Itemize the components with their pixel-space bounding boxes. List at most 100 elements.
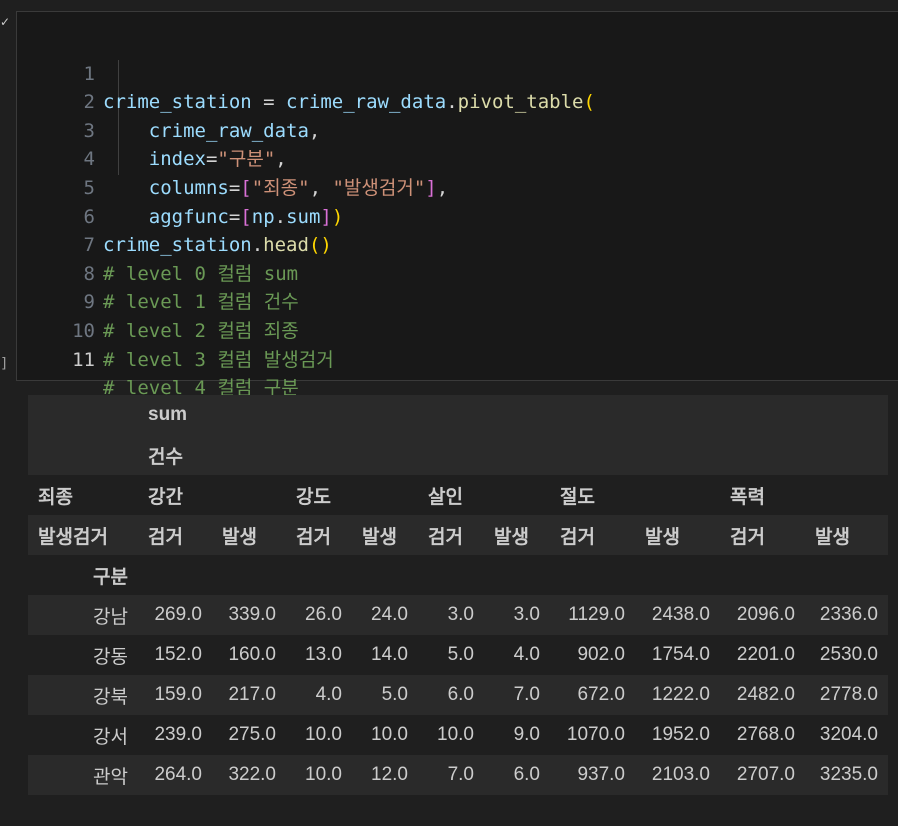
table-cell: 3235.0 <box>819 764 878 785</box>
table-cell: 152.0 <box>154 644 202 665</box>
table-cell: 9.0 <box>513 724 540 745</box>
column-header: 발생 <box>815 526 850 548</box>
column-header: 건수 <box>148 446 183 468</box>
table-cell: 10.0 <box>437 724 474 745</box>
table-cell: 6.0 <box>513 764 540 785</box>
table-cell: 2707.0 <box>736 764 795 785</box>
column-header: sum <box>148 404 188 425</box>
code-line: 7 # level 0 컬럼 sum <box>17 203 898 285</box>
column-header: 발생 <box>645 526 680 548</box>
table-cell: 2530.0 <box>819 644 878 665</box>
table-cell: 10.0 <box>305 724 342 745</box>
table-cell: 2482.0 <box>736 684 795 705</box>
table-cell: 24.0 <box>371 604 408 625</box>
column-header: 발생 <box>222 526 257 548</box>
row-label: 강남 <box>93 606 128 628</box>
header-row-index: 구분 <box>28 555 888 595</box>
column-header: 발생 <box>362 526 397 548</box>
table-cell: 2438.0 <box>651 604 710 625</box>
code-line: 4 columns=["죄종", "발생검거"], <box>17 117 898 199</box>
code-cell-editor[interactable]: 1 crime_station = crime_raw_data.pivot_t… <box>16 11 898 400</box>
table-cell: 5.0 <box>381 684 408 705</box>
header-row-level2: 죄종 강간 강도 살인 절도 폭력 <box>28 475 888 515</box>
code-line: 9 # level 2 컬럼 죄종 <box>17 260 898 342</box>
cell-collapse-icon[interactable]: ✓ <box>0 16 12 28</box>
header-row-level3: 발생검거 검거 발생 검거 발생 검거 발생 검거 발생 검거 발생 <box>28 515 888 555</box>
table-cell: 2768.0 <box>736 724 795 745</box>
table-cell: 2201.0 <box>736 644 795 665</box>
column-header: 검거 <box>148 526 183 548</box>
table-cell: 3204.0 <box>819 724 878 745</box>
column-header: 살인 <box>428 486 463 508</box>
table-cell: 10.0 <box>305 764 342 785</box>
table-cell: 275.0 <box>228 724 276 745</box>
code-line: 3 index="구분", <box>17 88 898 171</box>
cell-output: sum 건수 죄종 강간 강도 살인 절도 폭력 발생검거 검거 발생 검거 발… <box>28 395 888 795</box>
table-cell: 4.0 <box>513 644 540 665</box>
table-cell: 2336.0 <box>819 604 878 625</box>
execution-bracket: ] <box>0 356 9 372</box>
line-number: 11 <box>72 348 95 371</box>
table-cell: 7.0 <box>513 684 540 705</box>
table-cell: 1754.0 <box>651 644 710 665</box>
column-header: 검거 <box>428 526 463 548</box>
table-cell: 5.0 <box>447 644 474 665</box>
table-cell: 239.0 <box>154 724 202 745</box>
table-cell: 2096.0 <box>736 604 795 625</box>
code-line: 5 aggfunc=[np.sum]) <box>17 145 898 228</box>
pivot-table-output: sum 건수 죄종 강간 강도 살인 절도 폭력 발생검거 검거 발생 검거 발… <box>28 395 888 795</box>
table-cell: 672.0 <box>577 684 625 705</box>
row-label: 강북 <box>93 686 128 708</box>
table-cell: 13.0 <box>305 644 342 665</box>
column-header: 폭력 <box>730 486 765 508</box>
table-cell: 322.0 <box>228 764 276 785</box>
header-row-level0: sum <box>28 395 888 435</box>
header-row-level1: 건수 <box>28 435 888 475</box>
table-cell: 2778.0 <box>819 684 878 705</box>
row-label: 관악 <box>93 766 128 788</box>
column-header: 강간 <box>148 486 183 508</box>
column-header: 검거 <box>730 526 765 548</box>
table-cell: 26.0 <box>305 604 342 625</box>
table-cell: 2103.0 <box>651 764 710 785</box>
column-level-name: 죄종 <box>38 486 73 508</box>
table-cell: 1070.0 <box>566 724 625 745</box>
table-row: 강북 159.0 217.0 4.0 5.0 6.0 7.0 672.0 122… <box>28 675 888 715</box>
table-cell: 7.0 <box>447 764 474 785</box>
table-cell: 269.0 <box>154 604 202 625</box>
table-cell: 1129.0 <box>568 604 625 625</box>
table-cell: 12.0 <box>371 764 408 785</box>
table-cell: 4.0 <box>315 684 342 705</box>
code-line: 1 crime_station = crime_raw_data.pivot_t… <box>17 31 898 114</box>
table-cell: 3.0 <box>447 604 474 625</box>
index-name: 구분 <box>93 566 128 588</box>
column-header: 검거 <box>560 526 595 548</box>
table-cell: 937.0 <box>577 764 625 785</box>
column-header: 발생 <box>494 526 529 548</box>
table-cell: 264.0 <box>154 764 202 785</box>
column-header: 절도 <box>560 486 595 508</box>
column-header: 강도 <box>296 486 331 508</box>
code-line: 10 # level 3 컬럼 발생검거 <box>17 288 898 371</box>
table-cell: 160.0 <box>228 644 276 665</box>
table-cell: 1952.0 <box>651 724 710 745</box>
table-cell: 3.0 <box>513 604 540 625</box>
table-cell: 10.0 <box>371 724 408 745</box>
table-cell: 902.0 <box>577 644 625 665</box>
code-lines: 1 crime_station = crime_raw_data.pivot_t… <box>17 31 898 400</box>
table-cell: 217.0 <box>228 684 276 705</box>
table-row: 강남 269.0 339.0 26.0 24.0 3.0 3.0 1129.0 … <box>28 595 888 635</box>
row-label: 강서 <box>93 726 128 748</box>
column-level-name: 발생검거 <box>38 526 108 548</box>
table-row: 강서 239.0 275.0 10.0 10.0 10.0 9.0 1070.0… <box>28 715 888 755</box>
table-row: 강동 152.0 160.0 13.0 14.0 5.0 4.0 902.0 1… <box>28 635 888 675</box>
table-cell: 159.0 <box>154 684 202 705</box>
code-line: 8 # level 1 컬럼 건수 <box>17 231 898 314</box>
code-line: 11 # level 4 컬럼 구분 <box>17 317 898 400</box>
row-label: 강동 <box>93 646 128 668</box>
table-cell: 6.0 <box>447 684 474 705</box>
code-line: 2 crime_raw_data, <box>17 60 898 142</box>
table-row: 관악 264.0 322.0 10.0 12.0 7.0 6.0 937.0 2… <box>28 755 888 795</box>
table-cell: 14.0 <box>371 644 408 665</box>
code-line: 6 crime_station.head() <box>17 174 898 257</box>
